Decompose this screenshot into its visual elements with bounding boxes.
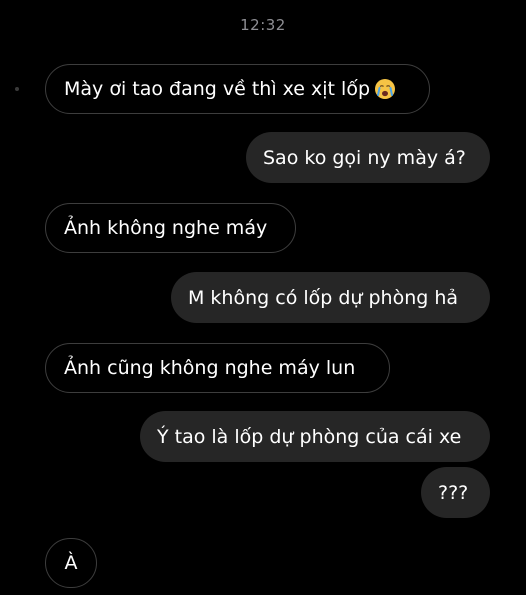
sender-indicator-dot <box>15 87 19 91</box>
message-bubble-outgoing[interactable]: Ý tao là lốp dự phòng của cái xe <box>140 411 490 462</box>
message-text: Ý tao là lốp dự phòng của cái xe <box>157 425 462 448</box>
message-text: Mày ơi tao đang về thì xe xịt lốp <box>64 78 371 100</box>
message-text: M không có lốp dự phòng hả <box>188 286 459 309</box>
message-timestamp: 12:32 <box>240 16 286 34</box>
message-text: À <box>64 552 78 574</box>
message-bubble-incoming[interactable]: À <box>45 538 97 588</box>
message-bubble-incoming[interactable]: Mày ơi tao đang về thì xe xịt lốp <box>45 64 430 114</box>
message-text: ??? <box>438 481 469 504</box>
message-bubble-outgoing[interactable]: M không có lốp dự phòng hả <box>171 272 490 323</box>
message-text: Ảnh cũng không nghe máy lun <box>64 357 356 379</box>
message-bubble-outgoing[interactable]: ??? <box>421 467 490 518</box>
message-bubble-incoming[interactable]: Ảnh không nghe máy <box>45 203 296 253</box>
message-bubble-incoming[interactable]: Ảnh cũng không nghe máy lun <box>45 343 390 393</box>
message-text: Ảnh không nghe máy <box>64 217 268 239</box>
message-text: Sao ko gọi ny mày á? <box>263 146 466 169</box>
crying-face-emoji-icon <box>375 79 396 99</box>
message-bubble-outgoing[interactable]: Sao ko gọi ny mày á? <box>246 132 490 183</box>
